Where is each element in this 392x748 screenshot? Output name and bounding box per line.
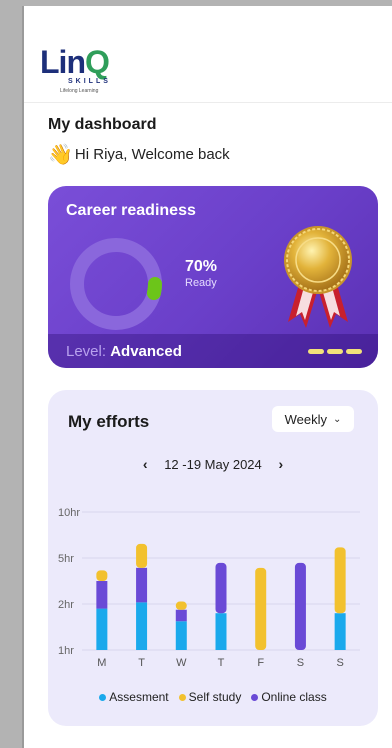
career-title: Career readiness — [66, 202, 196, 219]
readiness-donut-chart — [70, 238, 162, 330]
donut-track — [70, 238, 162, 330]
page-title: My dashboard — [48, 116, 157, 133]
y-tick-label: 2hr — [58, 599, 74, 611]
readiness-percent: 70% — [185, 258, 218, 275]
bar-segment-assesment — [136, 602, 148, 650]
waving-hand-icon: 👋 — [48, 144, 73, 166]
bar-segment-self-study — [255, 567, 267, 650]
app-header: LinQ SKILLS Lifelong Learning — [24, 6, 392, 103]
y-tick-label: 10hr — [58, 507, 80, 519]
bar-segment-assesment — [334, 613, 346, 650]
x-tick-label: W — [176, 657, 187, 669]
bar-segment-online-class — [96, 581, 108, 609]
level-label: Level: — [66, 343, 107, 360]
legend-label: Self study — [188, 690, 242, 704]
career-level: Level: Advanced — [66, 343, 182, 360]
x-tick-label: T — [218, 657, 225, 669]
legend-item: Assesment — [99, 690, 169, 704]
date-range: 12 -19 May 2024 — [164, 456, 262, 472]
app-screen: LinQ SKILLS Lifelong Learning My dashboa… — [22, 6, 392, 748]
x-tick-label: S — [336, 657, 343, 669]
bar-segment-self-study — [175, 601, 187, 610]
welcome-text: Hi Riya, Welcome back — [74, 146, 230, 163]
bar-segment-online-class — [136, 567, 148, 603]
career-readiness-card[interactable]: Career readiness 70% Ready Level: Advanc… — [48, 186, 378, 368]
bar-segment-self-study — [96, 570, 108, 581]
y-tick-label: 5hr — [58, 553, 74, 565]
more-options-icon[interactable] — [308, 349, 362, 354]
x-tick-label: F — [257, 657, 264, 669]
bar-segment-self-study — [136, 543, 148, 568]
logo-text: Lin — [40, 44, 86, 80]
date-navigator: ‹ 12 -19 May 2024 › — [48, 456, 378, 472]
legend-dot — [178, 693, 186, 701]
bar-segment-online-class — [215, 562, 227, 614]
legend-item: Online class — [251, 690, 327, 704]
bar-segment-online-class — [175, 609, 187, 622]
prev-week-button[interactable]: ‹ — [140, 456, 150, 472]
x-tick-label: S — [297, 657, 304, 669]
level-value: Advanced — [110, 343, 182, 360]
logo-q: Q — [84, 44, 110, 80]
chevron-down-icon: ⌄ — [333, 413, 342, 425]
logo-subtitle: SKILLS — [68, 78, 111, 85]
gold-medal-icon — [284, 226, 352, 328]
x-tick-label: T — [138, 657, 145, 669]
legend-label: Online class — [261, 690, 327, 704]
welcome-message: 👋 Hi Riya, Welcome back — [48, 142, 230, 167]
x-tick-label: M — [97, 657, 106, 669]
bar-segment-online-class — [294, 562, 306, 650]
legend-label: Assesment — [109, 690, 169, 704]
efforts-title: My efforts — [68, 412, 150, 431]
logo-tagline: Lifelong Learning — [60, 88, 99, 94]
bar-segment-assesment — [175, 621, 187, 650]
linq-skills-logo[interactable]: LinQ SKILLS Lifelong Learning — [40, 44, 120, 98]
legend-dot — [99, 693, 107, 701]
my-efforts-card: My efforts Weekly ⌄ ‹ 12 -19 May 2024 › … — [48, 390, 378, 726]
legend-dot — [251, 693, 259, 701]
efforts-bar-chart: 1hr 2hr 5hr 10hr M T W T F S S — [58, 507, 360, 669]
legend-item: Self study — [178, 690, 242, 704]
next-week-button[interactable]: › — [276, 456, 286, 472]
period-value: Weekly — [284, 411, 327, 427]
career-level-bar: Level: Advanced — [48, 334, 378, 368]
readiness-label: Ready — [185, 277, 217, 289]
period-dropdown[interactable]: Weekly ⌄ — [272, 406, 354, 432]
chart-legend: Assesment Self study Online class — [48, 690, 378, 704]
y-tick-label: 1hr — [58, 645, 74, 657]
bar-segment-assesment — [215, 613, 227, 650]
bar-segment-assesment — [96, 608, 108, 650]
bar-segment-self-study — [334, 547, 346, 614]
